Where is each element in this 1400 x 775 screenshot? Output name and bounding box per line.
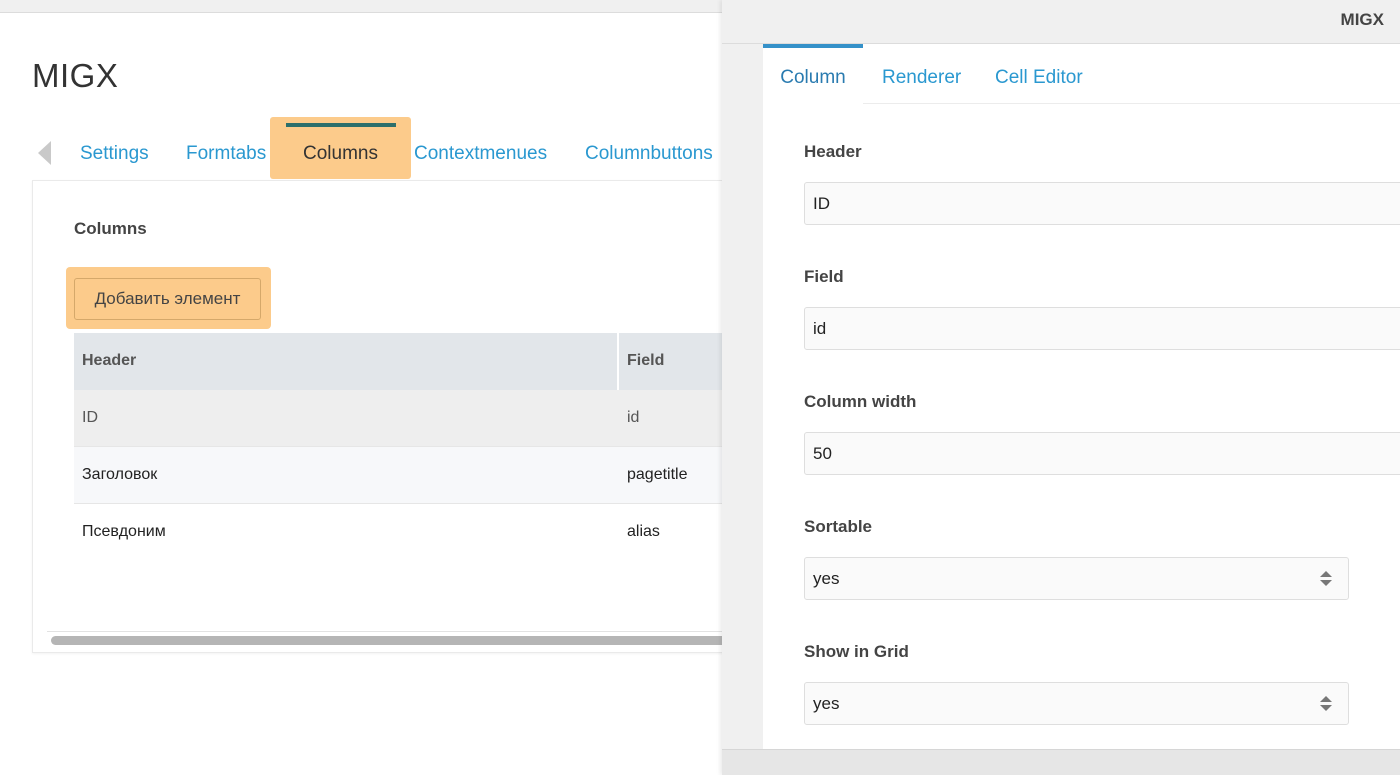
- header-label: Header: [804, 142, 862, 161]
- field-input[interactable]: id: [804, 307, 1400, 350]
- sortable-value: yes: [813, 569, 840, 588]
- grid-header-row: Header Field: [74, 333, 734, 390]
- table-row[interactable]: ID id: [74, 390, 734, 447]
- scrollbar-thumb[interactable]: [51, 636, 733, 645]
- tab-column[interactable]: Column: [763, 44, 863, 104]
- tabs-scroll-left-icon[interactable]: [38, 141, 51, 165]
- columns-grid: Header Field ID id Заголовок pagetitle П…: [74, 333, 734, 561]
- columns-panel: Columns Добавить элемент Header Field ID…: [32, 180, 734, 653]
- column-divider[interactable]: [617, 333, 619, 390]
- add-element-button[interactable]: Добавить элемент: [74, 278, 261, 320]
- grid-column-field[interactable]: Field: [627, 333, 664, 389]
- window-tabs: Column Renderer Cell Editor: [763, 44, 1400, 104]
- show-in-grid-label: Show in Grid: [804, 642, 909, 661]
- show-in-grid-select[interactable]: yes: [804, 682, 1349, 725]
- page-title: MIGX: [32, 57, 119, 94]
- cell-header: ID: [82, 409, 98, 426]
- cell-field: id: [627, 409, 640, 426]
- migx-window: MIGX Column Renderer Cell Editor Header …: [722, 0, 1400, 775]
- table-row[interactable]: Псевдоним alias: [74, 504, 734, 561]
- grid-column-header[interactable]: Header: [82, 333, 136, 389]
- table-row[interactable]: Заголовок pagetitle: [74, 447, 734, 504]
- column-width-input[interactable]: 50: [804, 432, 1400, 475]
- select-arrows-icon: [1320, 571, 1332, 587]
- tab-columns[interactable]: Columns: [303, 143, 378, 165]
- window-title: MIGX: [1340, 10, 1384, 29]
- cell-header: Заголовок: [82, 466, 158, 483]
- cell-header: Псевдоним: [82, 523, 166, 540]
- tab-settings[interactable]: Settings: [80, 143, 149, 165]
- tab-cell-editor[interactable]: Cell Editor: [995, 44, 1083, 104]
- tab-columnbuttons[interactable]: Columnbuttons: [585, 143, 713, 165]
- sortable-select[interactable]: yes: [804, 557, 1349, 600]
- tab-formtabs[interactable]: Formtabs: [186, 143, 266, 165]
- horizontal-scrollbar[interactable]: [47, 631, 733, 649]
- tab-contextmenues[interactable]: Contextmenues: [414, 143, 547, 165]
- select-arrows-icon: [1320, 696, 1332, 712]
- column-form: Header ID Field id Column width 50 Sorta…: [763, 104, 1400, 749]
- field-label: Field: [804, 267, 844, 286]
- header-input[interactable]: ID: [804, 182, 1400, 225]
- sortable-label: Sortable: [804, 517, 873, 536]
- window-footer: [722, 749, 1400, 775]
- cell-field: alias: [627, 523, 660, 540]
- tab-renderer[interactable]: Renderer: [882, 44, 961, 104]
- main-page: MIGX Settings Formtabs Columns Contextme…: [0, 12, 734, 775]
- panel-heading: Columns: [74, 219, 147, 238]
- column-width-label: Column width: [804, 392, 917, 411]
- window-titlebar[interactable]: MIGX: [722, 0, 1400, 44]
- show-in-grid-value: yes: [813, 694, 840, 713]
- cell-field: pagetitle: [627, 466, 688, 483]
